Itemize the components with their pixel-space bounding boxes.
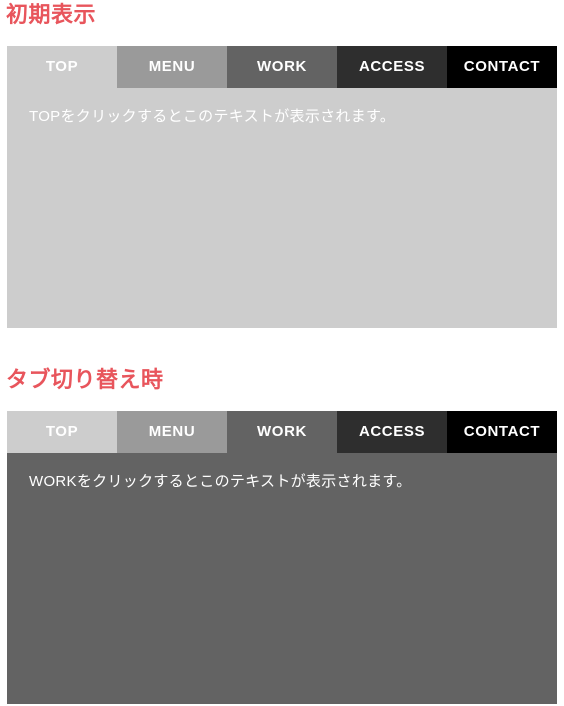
tab-widget-initial: TOP MENU WORK ACCESS CONTACT TOPをクリックすると… (7, 46, 557, 328)
tab-panel-initial: TOPをクリックするとこのテキストが表示されます。 (7, 88, 557, 328)
tab-list-switched: TOP MENU WORK ACCESS CONTACT (7, 411, 557, 453)
tab-contact[interactable]: CONTACT (447, 46, 557, 88)
page-root: 初期表示 TOP MENU WORK ACCESS CONTACT TOPをクリ… (0, 0, 564, 706)
tab-access[interactable]: ACCESS (337, 46, 447, 88)
section-heading-switched: タブ切り替え時 (6, 367, 164, 392)
tab-contact-switched[interactable]: CONTACT (447, 411, 557, 453)
tab-access-switched[interactable]: ACCESS (337, 411, 447, 453)
section-heading-initial: 初期表示 (6, 2, 97, 27)
tab-panel-switched: WORKをクリックするとこのテキストが表示されます。 (7, 453, 557, 704)
tab-top[interactable]: TOP (7, 46, 117, 88)
tab-panel-text-switched: WORKをクリックするとこのテキストが表示されます。 (29, 473, 412, 490)
tab-menu[interactable]: MENU (117, 46, 227, 88)
section-initial-state: 初期表示 TOP MENU WORK ACCESS CONTACT TOPをクリ… (0, 0, 564, 328)
tab-top-switched[interactable]: TOP (7, 411, 117, 453)
tab-work-switched[interactable]: WORK (227, 411, 337, 453)
section-switched-state: タブ切り替え時 TOP MENU WORK ACCESS CONTACT WOR… (0, 365, 564, 704)
tab-panel-text-initial: TOPをクリックするとこのテキストが表示されます。 (29, 108, 396, 125)
tab-list-initial: TOP MENU WORK ACCESS CONTACT (7, 46, 557, 88)
tab-menu-switched[interactable]: MENU (117, 411, 227, 453)
tab-widget-switched: TOP MENU WORK ACCESS CONTACT WORKをクリックする… (7, 411, 557, 704)
tab-work[interactable]: WORK (227, 46, 337, 88)
